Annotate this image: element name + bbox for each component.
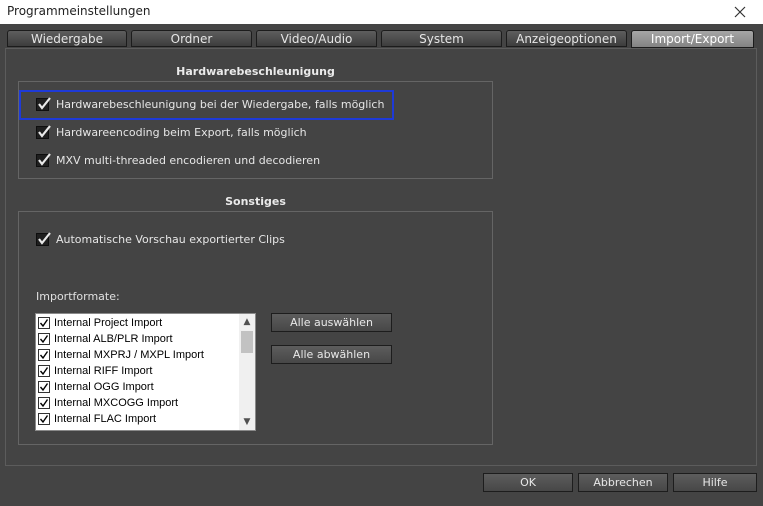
checkmark-icon xyxy=(39,399,49,408)
list-item-label: Internal RIFF Import xyxy=(54,365,153,377)
checkbox[interactable] xyxy=(38,317,50,329)
checkbox[interactable] xyxy=(36,231,51,246)
checkbox[interactable] xyxy=(36,124,51,139)
help-button[interactable]: Hilfe xyxy=(673,473,757,492)
checkmark-icon xyxy=(38,152,51,166)
tab-import-export[interactable]: Import/Export xyxy=(631,30,754,48)
deselect-all-button[interactable]: Alle abwählen xyxy=(271,345,392,364)
ok-button[interactable]: OK xyxy=(483,473,573,492)
list-scrollbar[interactable]: ▲ ▼ xyxy=(239,314,255,430)
option-label: Automatische Vorschau exportierter Clips xyxy=(56,232,285,246)
list-item-label: Internal MXPRJ / MXPL Import xyxy=(54,349,204,361)
checkmark-icon xyxy=(39,415,49,424)
checkmark-icon xyxy=(39,335,49,344)
select-all-button[interactable]: Alle auswählen xyxy=(271,313,392,332)
list-item[interactable]: Internal RIFF Import xyxy=(38,363,152,379)
checkbox[interactable] xyxy=(38,333,50,345)
list-item[interactable]: Internal FLAC Import xyxy=(38,411,156,427)
tab-wiedergabe[interactable]: Wiedergabe xyxy=(7,30,127,47)
list-item[interactable]: Internal MXCOGG Import xyxy=(38,395,178,411)
auto-preview-option[interactable]: Automatische Vorschau exportierter Clips xyxy=(36,231,285,247)
checkbox[interactable] xyxy=(38,413,50,425)
misc-section-title: Sonstiges xyxy=(225,195,286,208)
checkmark-icon xyxy=(38,124,51,138)
import-formats-list[interactable]: Internal Project Import Internal ALB/PLR… xyxy=(35,313,256,431)
close-icon xyxy=(734,6,746,18)
list-item-label: Internal OGG Import xyxy=(54,381,154,393)
list-item-label: Internal Project Import xyxy=(54,317,163,329)
tab-system[interactable]: System xyxy=(381,30,502,47)
tab-anzeigeoptionen[interactable]: Anzeigeoptionen xyxy=(506,30,627,47)
checkmark-icon xyxy=(39,319,49,328)
checkmark-icon xyxy=(39,383,49,392)
close-button[interactable] xyxy=(717,0,763,24)
cancel-button[interactable]: Abbrechen xyxy=(578,473,668,492)
list-item[interactable]: Internal Project Import xyxy=(38,315,162,331)
list-item-label: Internal FLAC Import xyxy=(54,413,157,425)
checkbox[interactable] xyxy=(38,365,50,377)
list-item-label: Internal MXCOGG Import xyxy=(54,397,179,409)
hw-encoding-option[interactable]: Hardwareencoding beim Export, falls mögl… xyxy=(36,124,307,140)
hardware-section-title: Hardwarebeschleunigung xyxy=(176,65,335,78)
scroll-thumb[interactable] xyxy=(241,331,253,353)
mxv-multithread-option[interactable]: MXV multi-threaded encodieren und decodi… xyxy=(36,152,320,168)
list-item[interactable]: Internal OGG Import xyxy=(38,379,154,395)
list-item-label: Internal ALB/PLR Import xyxy=(54,333,173,345)
checkmark-icon xyxy=(39,351,49,360)
checkbox[interactable] xyxy=(36,152,51,167)
option-label: MXV multi-threaded encodieren und decodi… xyxy=(56,153,321,167)
checkmark-icon xyxy=(39,367,49,376)
checkbox[interactable] xyxy=(38,381,50,393)
list-item[interactable]: Internal MXPRJ / MXPL Import xyxy=(38,347,204,363)
checkbox[interactable] xyxy=(38,397,50,409)
window-title: Programmeinstellungen xyxy=(7,4,151,18)
checkbox[interactable] xyxy=(38,349,50,361)
option-label: Hardwareencoding beim Export, falls mögl… xyxy=(56,125,307,139)
scroll-down-icon[interactable]: ▼ xyxy=(239,414,255,430)
checkmark-icon xyxy=(38,231,51,245)
selection-highlight xyxy=(19,90,394,120)
list-item[interactable]: Internal ALB/PLR Import xyxy=(38,331,173,347)
scroll-up-icon[interactable]: ▲ xyxy=(239,314,255,330)
tab-video-audio[interactable]: Video/Audio xyxy=(256,30,377,47)
title-bar: Programmeinstellungen xyxy=(0,0,763,24)
import-formats-label: Importformate: xyxy=(36,290,120,303)
tab-ordner[interactable]: Ordner xyxy=(131,30,252,47)
